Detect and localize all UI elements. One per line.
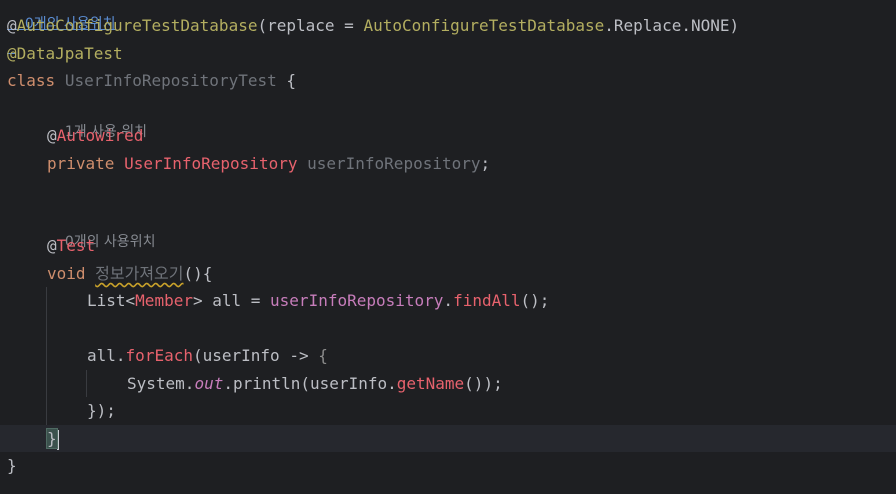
text-caret: [56, 429, 59, 450]
list-type: List<: [87, 291, 136, 310]
println-close: ());: [464, 374, 503, 393]
code-line-foreach[interactable]: all.forEach(userInfo -> {: [0, 342, 896, 369]
dot: .: [115, 346, 126, 365]
code-line-method-declaration[interactable]: void 정보가져오기(){: [0, 260, 896, 287]
code-line-println[interactable]: System.out.println(userInfo.getName());: [0, 370, 896, 397]
code-line-annotation-datajpatest[interactable]: @DataJpaTest: [0, 40, 896, 67]
method-parens: (): [183, 264, 203, 283]
println-call: .println(userInfo.: [223, 374, 397, 393]
usages-hint[interactable]: 0개의 사용위치: [7, 0, 116, 32]
annotation-autowired: Autowired: [56, 126, 144, 145]
annotation-at: @: [47, 236, 57, 255]
code-line-autowired[interactable]: @Autowired: [0, 122, 896, 149]
findall-tail: ();: [520, 291, 550, 310]
field-usages-hint[interactable]: 1개 사용 위치: [47, 96, 147, 140]
method-call-foreach: forEach: [125, 346, 193, 365]
field-name: userInfoRepository: [307, 154, 481, 173]
lambda-open-brace: {: [318, 346, 328, 365]
dot: .: [443, 291, 454, 310]
repo-reference: userInfoRepository: [270, 291, 444, 310]
method-name: 정보가져오기: [95, 264, 184, 283]
annotation-value-class: AutoConfigureTestDatabase: [363, 16, 605, 35]
class-open-brace: {: [276, 71, 296, 90]
annotation-autoconfigure: AutoConfigureTestDatabase: [16, 16, 258, 35]
code-line-class-declaration[interactable]: class UserInfoRepositoryTest {: [0, 67, 896, 94]
annotation-args: (replace =: [257, 16, 364, 35]
lambda-close: });: [87, 401, 116, 420]
code-line-method-close[interactable]: }: [0, 425, 896, 452]
keyword-private: private: [47, 154, 115, 173]
generic-member: Member: [135, 291, 193, 310]
code-line-annotation-autoconfigure[interactable]: @AutoConfigureTestDatabase(replace = Aut…: [0, 12, 896, 39]
field-type: UserInfoRepository: [124, 154, 298, 173]
annotation-datajpatest: @DataJpaTest: [7, 44, 123, 63]
method-call-getname: getName: [396, 374, 465, 393]
method-close-brace: }: [46, 428, 58, 449]
code-line-test-annotation[interactable]: @Test: [0, 232, 896, 259]
keyword-class: class: [7, 71, 56, 90]
list-variable: > all =: [192, 291, 271, 310]
code-line-lambda-close[interactable]: });: [0, 397, 896, 424]
method-usages-hint[interactable]: 0개의 사용위치: [47, 206, 156, 250]
foreach-args: (userInfo ->: [192, 346, 319, 365]
keyword-void: void: [47, 264, 86, 283]
annotation-value-rest: .Replace.NONE): [604, 16, 740, 35]
code-line-class-close[interactable]: }: [0, 452, 896, 479]
field-semicolon: ;: [480, 154, 491, 173]
method-open-brace: {: [202, 264, 213, 283]
system-class: System.: [127, 374, 195, 393]
static-field-out: out: [194, 374, 224, 393]
all-reference: all: [87, 346, 116, 365]
annotation-at: @: [7, 16, 17, 35]
class-close-brace: }: [7, 456, 17, 475]
method-call-findall: findAll: [453, 291, 521, 310]
annotation-test: Test: [56, 236, 96, 255]
annotation-at: @: [47, 126, 57, 145]
code-line-list-declaration[interactable]: List<Member> all = userInfoRepository.fi…: [0, 287, 896, 314]
code-editor[interactable]: 0개의 사용위치 @AutoConfigureTestDatabase(repl…: [0, 0, 896, 494]
code-line-field[interactable]: private UserInfoRepository userInfoRepos…: [0, 150, 896, 177]
class-name: UserInfoRepositoryTest: [64, 71, 277, 90]
